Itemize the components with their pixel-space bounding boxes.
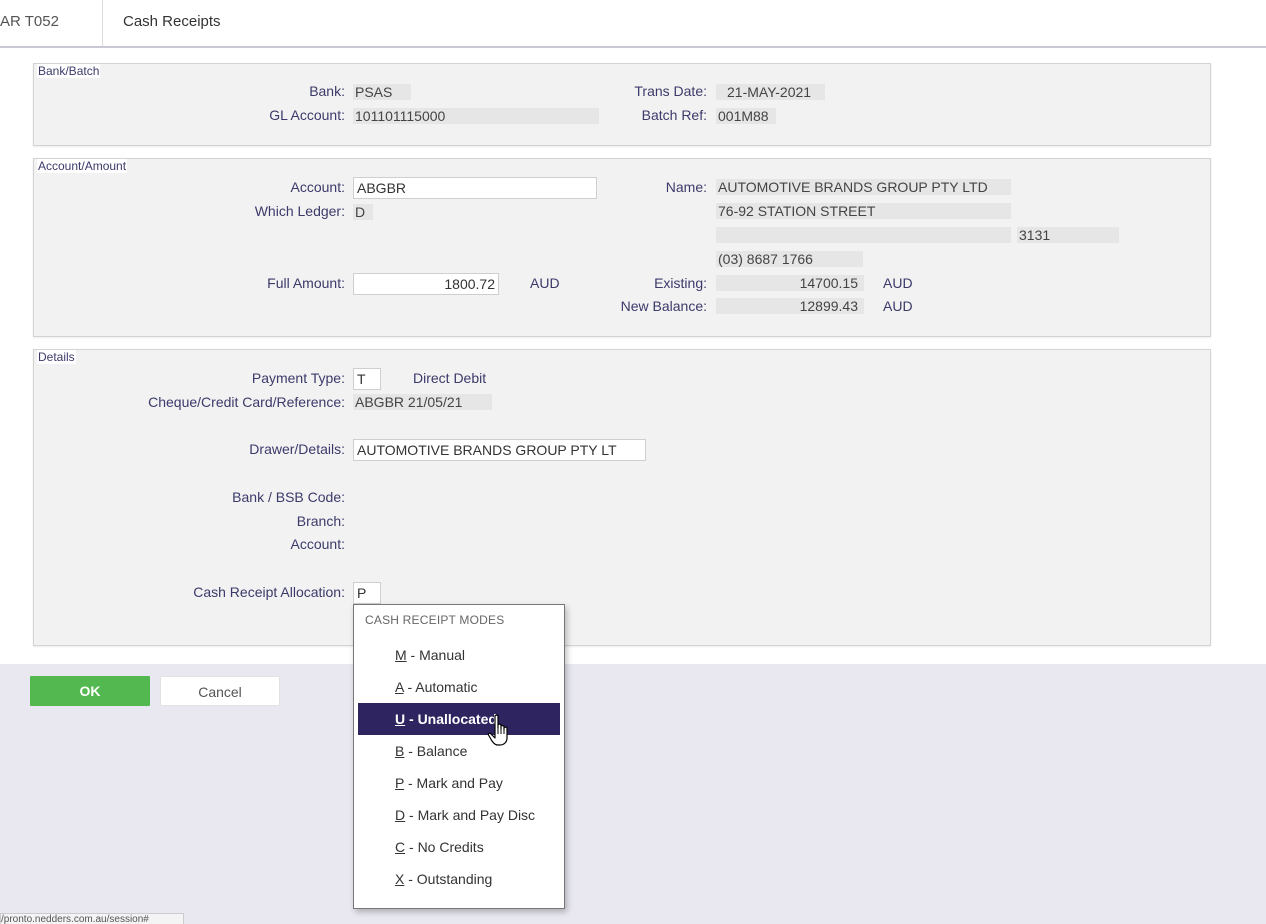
existing-label: Existing: — [654, 275, 707, 291]
new-balance-label: New Balance: — [620, 298, 707, 314]
dropdown-option-balance[interactable]: B - Balance — [358, 735, 560, 767]
dropdown-option-automatic[interactable]: A - Automatic — [358, 671, 560, 703]
option-key: C — [395, 839, 406, 855]
trans-date-value: 21-MAY-2021 — [716, 84, 825, 100]
reference-value: ABGBR 21/05/21 — [353, 394, 492, 410]
dropdown-title: CASH RECEIPT MODES — [365, 613, 505, 627]
allocation-label: Cash Receipt Allocation: — [193, 584, 345, 600]
details-legend: Details — [37, 350, 76, 364]
option-label: - Mark and Pay — [404, 775, 503, 791]
payment-type-input[interactable]: T — [353, 368, 381, 390]
phone-value: (03) 8687 1766 — [716, 251, 863, 267]
batch-ref-label: Batch Ref: — [641, 107, 707, 123]
dropdown-option-mark-and-pay[interactable]: P - Mark and Pay — [358, 767, 560, 799]
bank-batch-legend: Bank/Batch — [37, 64, 101, 78]
program-code: AR T052 — [0, 13, 59, 30]
drawer-details-input[interactable]: AUTOMOTIVE BRANDS GROUP PTY LT — [353, 439, 646, 461]
drawer-details-label: Drawer/Details: — [249, 441, 345, 457]
allocation-input[interactable]: P — [353, 582, 381, 604]
batch-ref-value: 001M88 — [716, 108, 776, 124]
option-key: M — [395, 647, 407, 663]
dropdown-option-mark-and-pay-disc[interactable]: D - Mark and Pay Disc — [358, 799, 560, 831]
payment-type-desc: Direct Debit — [413, 370, 487, 386]
option-key: P — [395, 775, 405, 791]
which-ledger-label: Which Ledger: — [254, 203, 345, 219]
new-balance-currency: AUD — [883, 298, 913, 314]
reference-label: Cheque/Credit Card/Reference: — [148, 394, 345, 410]
address-line-1: 76-92 STATION STREET — [716, 203, 1011, 219]
dropdown-option-no-credits[interactable]: C - No Credits — [358, 831, 560, 863]
option-label: - Manual — [406, 647, 466, 663]
cancel-button[interactable]: Cancel — [160, 676, 280, 706]
cash-receipt-modes-dropdown[interactable]: CASH RECEIPT MODES M - Manual A - Automat… — [353, 604, 565, 909]
status-bar-url: /pronto.nedders.com.au/session# — [0, 913, 184, 924]
address-line-2 — [716, 227, 1011, 243]
option-label: - No Credits — [405, 839, 484, 855]
top-bar: AR T052 Cash Receipts — [0, 0, 1266, 48]
bank-batch-panel: Bank/Batch Bank: PSAS GL Account: 101101… — [33, 63, 1211, 146]
bank-account-label: Account: — [290, 536, 345, 552]
payment-type-label: Payment Type: — [251, 370, 345, 386]
dropdown-option-unallocated[interactable]: U - Unallocated — [358, 703, 560, 735]
option-label: - Outstanding — [404, 871, 493, 887]
option-key: U — [395, 711, 406, 727]
option-label: - Mark and Pay Disc — [405, 807, 536, 823]
dropdown-option-outstanding[interactable]: X - Outstanding — [358, 863, 560, 895]
option-key: A — [395, 679, 404, 695]
which-ledger-value: D — [353, 204, 373, 220]
page-title: Cash Receipts — [123, 13, 221, 30]
account-amount-legend: Account/Amount — [37, 159, 128, 173]
trans-date-label: Trans Date: — [634, 83, 707, 99]
details-panel: Details Payment Type: T Direct Debit Che… — [33, 349, 1211, 646]
option-label: - Unallocated — [405, 711, 497, 727]
bsb-code-label: Bank / BSB Code: — [232, 489, 345, 505]
header-divider — [102, 0, 103, 46]
postcode-value: 3131 — [1017, 227, 1119, 243]
customer-name-value: AUTOMOTIVE BRANDS GROUP PTY LTD — [716, 179, 1011, 195]
option-key: D — [395, 807, 406, 823]
branch-label: Branch: — [296, 513, 345, 529]
option-label: - Balance — [404, 743, 468, 759]
existing-currency: AUD — [883, 275, 913, 291]
hand-cursor-icon — [487, 714, 508, 746]
ok-button[interactable]: OK — [30, 676, 150, 706]
new-balance-value: 12899.43 — [716, 298, 864, 314]
option-key: X — [395, 871, 405, 887]
existing-value: 14700.15 — [716, 275, 864, 291]
name-label: Name: — [665, 179, 707, 195]
option-key: B — [395, 743, 405, 759]
option-label: - Automatic — [403, 679, 478, 695]
account-amount-panel: Account/Amount Account: ABGBR Which Ledg… — [33, 158, 1211, 337]
dropdown-option-manual[interactable]: M - Manual — [358, 639, 560, 671]
